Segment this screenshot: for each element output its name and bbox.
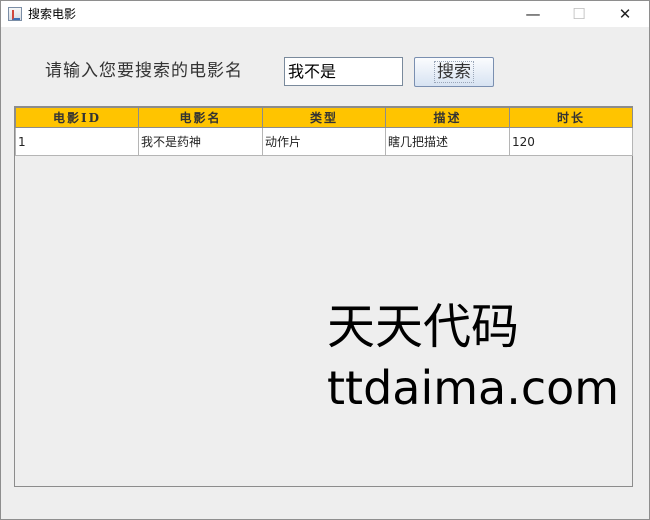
table-row[interactable]: 1 我不是药神 动作片 瞎几把描述 120 [15, 127, 633, 156]
close-button[interactable]: ✕ [602, 1, 648, 27]
search-button[interactable]: 搜索 [414, 57, 494, 87]
window-title: 搜索电影 [28, 7, 77, 21]
movie-table: 电影ID 电影名 类型 描述 时长 1 我不是药神 动作片 瞎几把描述 120 [15, 107, 633, 156]
search-label: 请输入您要搜索的电影名 [45, 61, 243, 81]
watermark-title: 天天代码 [327, 299, 520, 355]
movie-table-scrollpane[interactable]: 电影ID 电影名 类型 描述 时长 1 我不是药神 动作片 瞎几把描述 120 [14, 106, 633, 487]
title-bar[interactable]: 搜索电影 — ☐ ✕ [1, 1, 649, 27]
search-input[interactable]: 我不是 [284, 57, 403, 86]
cell-duration[interactable]: 120 [509, 127, 633, 156]
column-header-duration[interactable]: 时长 [509, 107, 633, 128]
column-header-type[interactable]: 类型 [262, 107, 386, 128]
search-button-label: 搜索 [434, 61, 474, 83]
watermark: 天天代码 ttdaima.com [327, 303, 619, 411]
table-header-row: 电影ID 电影名 类型 描述 时长 [15, 107, 633, 128]
minimize-button[interactable]: — [510, 1, 556, 27]
watermark-url: ttdaima.com [327, 361, 620, 415]
cell-description[interactable]: 瞎几把描述 [385, 127, 510, 156]
search-movie-window: 搜索电影 — ☐ ✕ 请输入您要搜索的电影名 我不是 搜索 电影ID 电影名 类… [0, 0, 650, 520]
column-header-movie-id[interactable]: 电影ID [15, 107, 139, 128]
cell-movie-name[interactable]: 我不是药神 [138, 127, 263, 156]
cell-type[interactable]: 动作片 [262, 127, 386, 156]
java-app-icon [8, 7, 22, 21]
column-header-movie-name[interactable]: 电影名 [138, 107, 263, 128]
column-header-description[interactable]: 描述 [385, 107, 510, 128]
cell-movie-id[interactable]: 1 [15, 127, 139, 156]
maximize-button[interactable]: ☐ [556, 1, 602, 27]
